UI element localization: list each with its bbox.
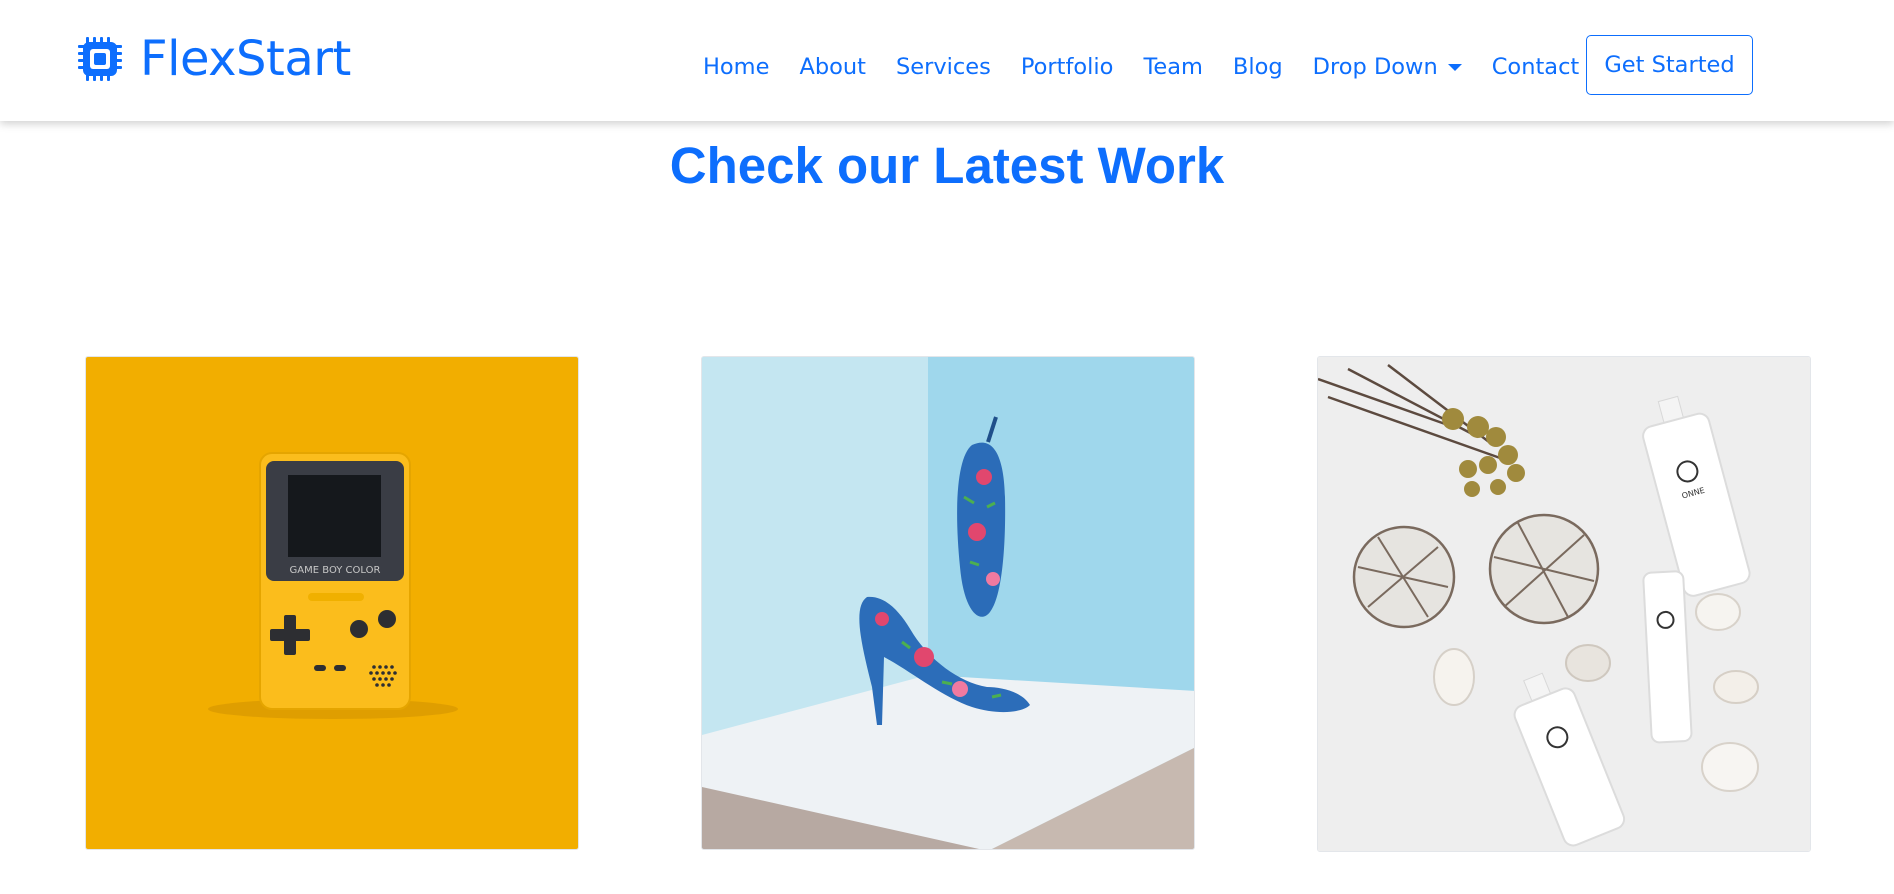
shoes-image (702, 357, 1194, 849)
navbar: FlexStart Home About Services Portfolio … (0, 0, 1894, 121)
nav-portfolio[interactable]: Portfolio (1021, 52, 1114, 82)
nav-home[interactable]: Home (703, 52, 769, 82)
nav-contact[interactable]: Contact (1492, 52, 1580, 82)
section-title: Check our Latest Work (669, 137, 1225, 194)
portfolio-item-console[interactable]: GAME BOY COLOR (85, 356, 579, 850)
nav-blog[interactable]: Blog (1233, 52, 1283, 82)
portfolio-item-shoes[interactable] (701, 356, 1195, 850)
nav-dropdown-label: Drop Down (1312, 54, 1438, 80)
chip-icon (78, 37, 122, 81)
portfolio-item-skincare[interactable]: ONNE (1317, 356, 1811, 852)
caret-down-icon (1447, 63, 1462, 71)
nav-menu: Home About Services Portfolio Team Blog … (703, 52, 1579, 82)
skincare-image: ONNE (1318, 357, 1810, 851)
brand-name: FlexStart (140, 31, 351, 87)
nav-services[interactable]: Services (896, 52, 991, 82)
device-label: GAME BOY COLOR (290, 565, 381, 576)
nav-about[interactable]: About (799, 52, 866, 82)
console-image: GAME BOY COLOR (86, 357, 578, 849)
nav-team[interactable]: Team (1143, 52, 1202, 82)
get-started-button[interactable]: Get Started (1586, 35, 1753, 95)
nav-dropdown[interactable]: Drop Down (1313, 52, 1462, 82)
brand-logo[interactable]: FlexStart (74, 32, 351, 86)
